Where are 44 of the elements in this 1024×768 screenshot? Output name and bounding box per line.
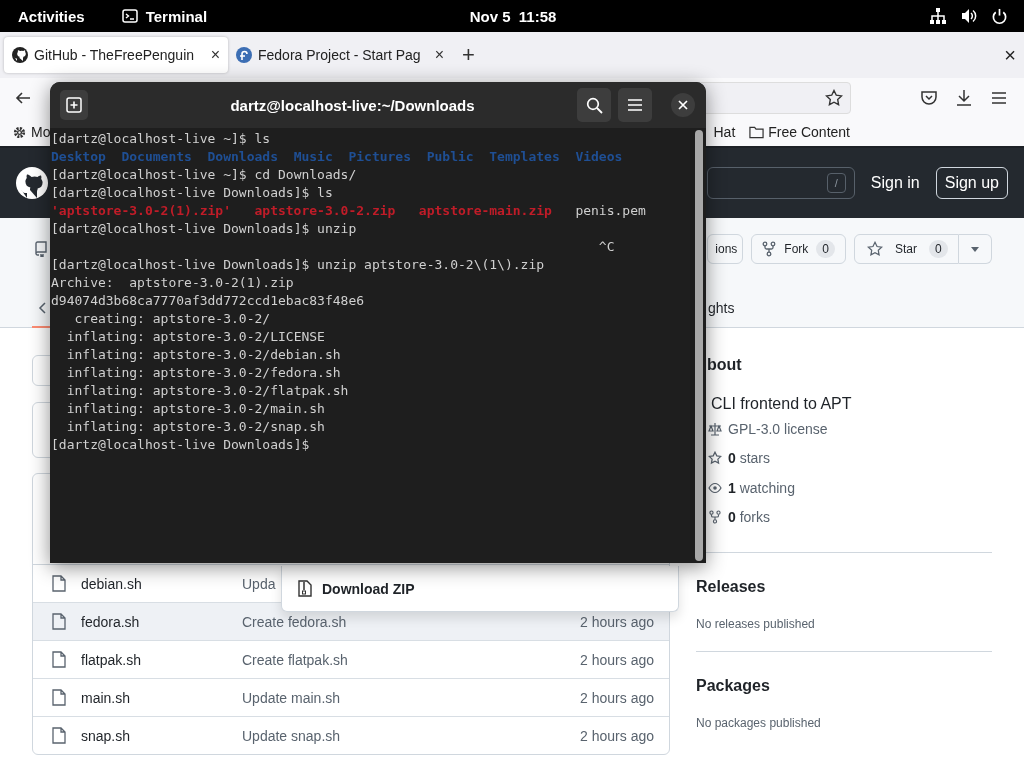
tab-title: Fedora Project - Start Pag (258, 47, 422, 63)
terminal-line: inflating: aptstore-3.0-2/flatpak.sh (65, 382, 350, 400)
commit-time: 2 hours ago (580, 727, 654, 744)
empty-note: No packages published (696, 716, 822, 730)
terminal-line: creating: aptstore-3.0-2/ (73, 310, 272, 328)
commit-time: 2 hours ago (580, 651, 654, 668)
terminal-line: inflating: aptstore-3.0-2/LICENSE (65, 328, 326, 346)
terminal-file-name: Documents (121, 149, 192, 164)
shortcut-key: / (826, 173, 846, 193)
section-heading: Packages (696, 677, 771, 695)
terminal-file-name: Pictures (348, 149, 412, 164)
terminal-line: d94074d3b68ca7770af3dd772ccd1ebac83f48e6 (51, 292, 366, 310)
terminal-line: inflating: aptstore-3.0-2/fedora.sh (65, 364, 342, 382)
tab-title: GitHub - TheFreePenguin (34, 47, 196, 63)
section-heading: bout (707, 355, 743, 375)
window-title: dartz@localhost-live:~/Downloads (229, 96, 476, 114)
terminal-line: [dartz@localhost-live Downloads]$ unzip aptstore-3.0-2\(1\).zip (51, 256, 546, 274)
commit-time: 2 hours ago (580, 689, 654, 706)
terminal-file-name: 'aptstore-3.0-2(1).zip' (51, 203, 231, 218)
terminal-file-name: Templates (489, 149, 560, 164)
terminal-line: [dartz@localhost-live ~]$ ls (51, 130, 272, 148)
terminal-file-name: Downloads (207, 149, 278, 164)
terminal-file-name: Public (426, 149, 474, 164)
terminal-file-name: Music (293, 149, 333, 164)
terminal-file-name: Videos (575, 149, 623, 164)
repo-description: CLI frontend to APT (711, 394, 853, 414)
terminal-line: [dartz@localhost-live Downloads]$ unzip (51, 220, 358, 238)
count-badge: 0 (816, 240, 835, 258)
terminal-line: inflating: aptstore-3.0-2/snap.sh (65, 418, 326, 436)
commit-time: 2 hours ago (580, 613, 654, 630)
terminal-file-name: penis.pem (575, 203, 646, 218)
empty-note: No releases published (696, 617, 816, 631)
section-heading: Releases (696, 578, 767, 596)
terminal-line: Archive: aptstore-3.0-2(1).zip (51, 274, 295, 292)
terminal-line: ^C (598, 239, 615, 254)
count-badge: 0 (929, 240, 948, 258)
terminal-line: inflating: aptstore-3.0-2/main.sh (65, 400, 326, 418)
terminal-line: inflating: aptstore-3.0-2/debian.sh (65, 346, 342, 364)
terminal-line: [dartz@localhost-live Downloads]$ ls (51, 184, 334, 202)
terminal-file-name: Desktop (51, 149, 106, 164)
terminal-file-name: aptstore-3.0-2.zip (254, 203, 396, 218)
terminal-line: [dartz@localhost-live ~]$ cd Downloads/ (51, 166, 358, 184)
terminal-file-name: aptstore-main.zip (418, 203, 552, 218)
terminal-line: [dartz@localhost-live Downloads]$ (51, 436, 311, 454)
